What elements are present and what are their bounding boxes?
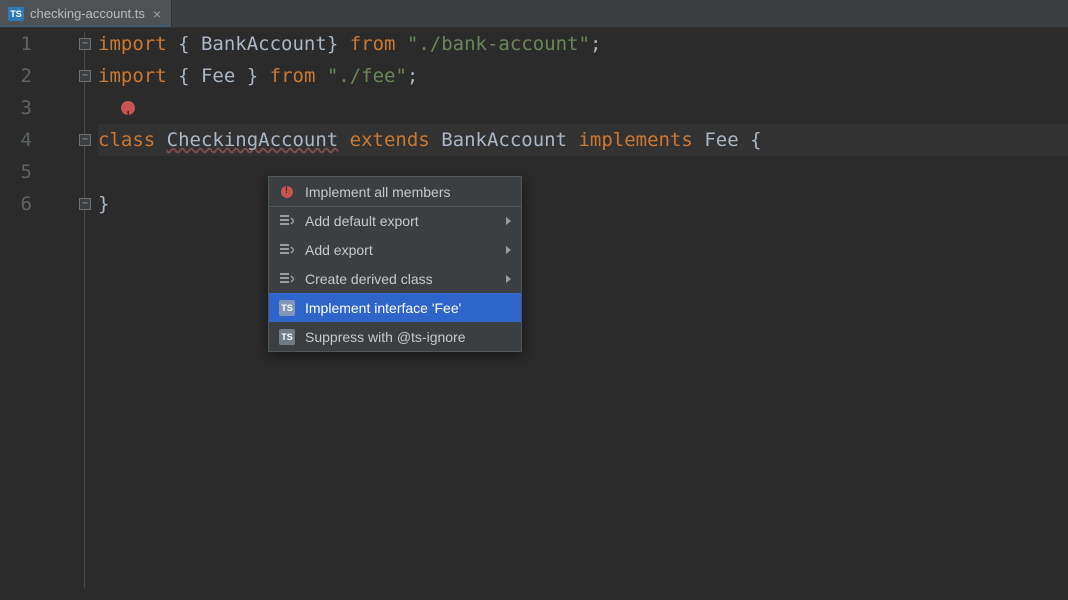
line-gutter: 1 2 3 4 5 6 [0,28,40,220]
line-number: 2 [0,60,32,92]
menu-item-label: Add export [305,242,373,258]
menu-item-implement-all[interactable]: Implement all members [269,177,521,206]
file-tab[interactable]: TS checking-account.ts × [0,0,172,27]
intention-menu: Implement all members Add default export… [268,176,522,352]
menu-item-suppress[interactable]: TS Suppress with @ts-ignore [269,322,521,351]
refactor-icon [279,271,295,287]
menu-item-implement-interface[interactable]: TS Implement interface 'Fee' [269,293,521,322]
line-number: 4 [0,124,32,156]
close-tab-icon[interactable]: × [151,7,163,21]
fold-toggle[interactable]: − [79,198,91,210]
code-line[interactable]: import { BankAccount} from "./bank-accou… [98,28,1068,60]
line-number: 5 [0,156,32,188]
menu-item-add-export[interactable]: Add export [269,235,521,264]
ts-action-icon: TS [279,329,295,345]
line-number: 6 [0,188,32,220]
intention-bulb-icon[interactable] [121,101,135,115]
menu-item-label: Create derived class [305,271,433,287]
tab-bar: TS checking-account.ts × [0,0,1068,28]
line-number: 1 [0,28,32,60]
error-bulb-icon [279,184,295,200]
fold-toggle[interactable]: − [79,38,91,50]
menu-item-label: Implement interface 'Fee' [305,300,461,316]
code-line[interactable]: import { Fee } from "./fee"; [98,60,1068,92]
code-area[interactable]: import { BankAccount} from "./bank-accou… [98,28,1068,220]
menu-item-create-derived[interactable]: Create derived class [269,264,521,293]
menu-item-add-default-export[interactable]: Add default export [269,206,521,235]
line-number: 3 [0,92,32,124]
code-line[interactable]: class CheckingAccount extends BankAccoun… [98,124,1068,156]
fold-toggle[interactable]: − [79,70,91,82]
file-tab-label: checking-account.ts [30,6,145,21]
fold-toggle[interactable]: − [79,134,91,146]
ts-action-icon: TS [279,300,295,316]
code-line[interactable] [98,156,1068,188]
ts-file-icon: TS [8,7,24,21]
code-line[interactable]: } [98,188,1068,220]
code-line[interactable] [98,92,1068,124]
menu-item-label: Suppress with @ts-ignore [305,329,466,345]
refactor-icon [279,213,295,229]
menu-item-label: Implement all members [305,184,451,200]
refactor-icon [279,242,295,258]
menu-item-label: Add default export [305,213,419,229]
